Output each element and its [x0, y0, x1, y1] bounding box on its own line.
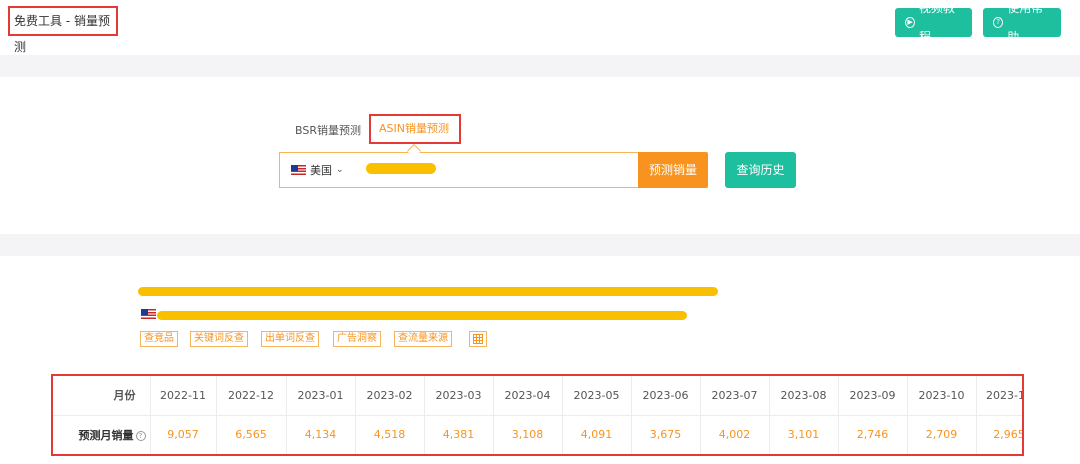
- month-cell: 2022-11: [150, 376, 217, 416]
- tag-traffic-source[interactable]: 查流量来源: [394, 331, 452, 347]
- sales-cell: 4,518: [355, 415, 425, 454]
- question-icon: ?: [993, 17, 1004, 28]
- sales-cell: 6,565: [216, 415, 287, 454]
- country-select[interactable]: 美国 ⌄: [291, 153, 344, 187]
- month-cell: 2023-07: [700, 376, 770, 416]
- help-button[interactable]: ? 使用帮助: [983, 1, 1061, 44]
- month-header: 月份: [53, 376, 151, 416]
- page-title: 免费工具 - 销量预测: [8, 6, 118, 54]
- search-box: 美国 ⌄: [279, 152, 638, 188]
- section-divider: [0, 234, 1080, 256]
- play-icon: ▶: [905, 17, 916, 28]
- sales-row: 预测月销量? 9,057 6,565 4,134 4,518 4,381 3,108 4,0…: [53, 415, 1022, 454]
- sales-cell: 2,746: [838, 415, 908, 454]
- sales-cell: 3,108: [493, 415, 563, 454]
- month-cell: 2023-10: [907, 376, 977, 416]
- sales-cell: 9,057: [150, 415, 217, 454]
- tag-competitor-search[interactable]: 查竞品: [140, 331, 178, 347]
- tab-bsr-prediction[interactable]: BSR销量预测: [295, 114, 361, 148]
- tag-ad-insight[interactable]: 广告洞察: [333, 331, 381, 347]
- month-cell: 2023-11: [976, 376, 1022, 416]
- sales-cell: 4,134: [286, 415, 356, 454]
- month-row: 月份 2022-11 2022-12 2023-01 2023-02 2023-03 20…: [53, 376, 1022, 416]
- redacted-product-title: [138, 287, 718, 296]
- query-history-button[interactable]: 查询历史: [725, 152, 796, 188]
- header: 免费工具 - 销量预测 ▶ 视频教程 ? 使用帮助: [0, 0, 1080, 55]
- tab-asin-prediction[interactable]: ASIN销量预测: [369, 114, 461, 144]
- sales-cell: 2,709: [907, 415, 977, 454]
- month-cell: 2023-05: [562, 376, 632, 416]
- sales-cell: 4,091: [562, 415, 632, 454]
- country-label: 美国: [310, 164, 332, 177]
- month-cell: 2023-06: [631, 376, 701, 416]
- section-divider: [0, 55, 1080, 77]
- predict-sales-button[interactable]: 预测销量: [638, 152, 708, 188]
- calculator-icon: [473, 334, 483, 344]
- month-cell: 2023-04: [493, 376, 563, 416]
- month-cell: 2023-09: [838, 376, 908, 416]
- help-label: 使用帮助: [1007, 0, 1044, 44]
- sales-cell: 4,381: [424, 415, 494, 454]
- calculator-button[interactable]: [469, 331, 487, 347]
- us-flag-icon: [141, 309, 156, 319]
- sales-cell: 4,002: [700, 415, 770, 454]
- month-cell: 2023-08: [769, 376, 839, 416]
- search-tabs: BSR销量预测 ASIN销量预测: [0, 114, 1080, 148]
- sales-cell: 2,965: [976, 415, 1022, 454]
- sales-header: 预测月销量?: [53, 415, 151, 454]
- redacted-product-details: [157, 311, 687, 320]
- redacted-asin: [366, 163, 436, 174]
- month-cell: 2022-12: [216, 376, 287, 416]
- tag-keyword-reverse[interactable]: 关键词反查: [190, 331, 248, 347]
- us-flag-icon: [291, 165, 306, 175]
- tag-order-keyword-reverse[interactable]: 出单词反查: [261, 331, 319, 347]
- sales-header-label: 预测月销量: [78, 428, 134, 442]
- chevron-down-icon: ⌄: [336, 165, 344, 175]
- video-tutorial-label: 视频教程: [919, 0, 956, 44]
- video-tutorial-button[interactable]: ▶ 视频教程: [895, 1, 972, 44]
- month-cell: 2023-01: [286, 376, 356, 416]
- sales-forecast-table: 月份 2022-11 2022-12 2023-01 2023-02 2023-03 20…: [51, 374, 1024, 456]
- month-cell: 2023-02: [355, 376, 425, 416]
- sales-cell: 3,675: [631, 415, 701, 454]
- question-icon[interactable]: ?: [135, 430, 146, 441]
- sales-cell: 3,101: [769, 415, 839, 454]
- month-cell: 2023-03: [424, 376, 494, 416]
